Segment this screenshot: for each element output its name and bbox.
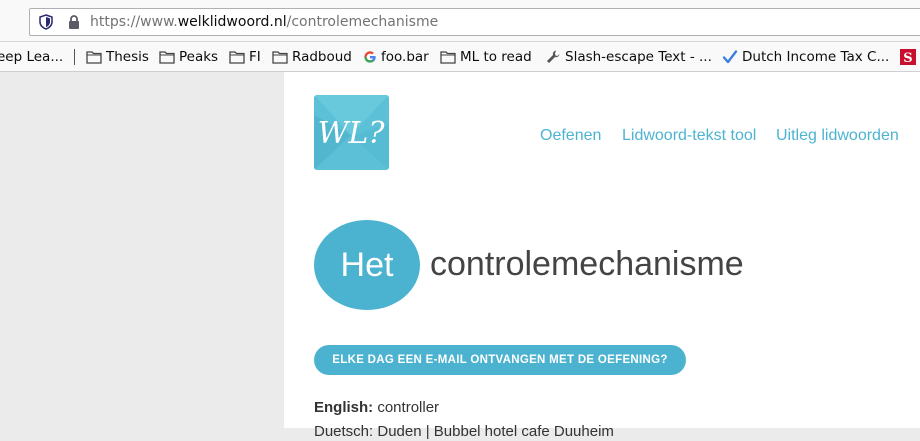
bookmark-label: eep Lea... [0, 49, 64, 65]
page-content: WL? Oefenen Lidwoord-tekst tool Uitleg l… [284, 72, 920, 440]
bookmark-s-site[interactable]: S [900, 48, 920, 66]
english-label: English: [314, 399, 374, 416]
partial-line: Duetsch: Duden | Bubbel hotel cafe Duuhe… [314, 423, 614, 440]
url-domain: welklidwoord.nl [177, 14, 287, 30]
s-logo-icon: S [900, 49, 916, 65]
bookmark-dutch-income-tax[interactable]: Dutch Income Tax C... [722, 48, 889, 66]
bookmark-label: Dutch Income Tax C... [742, 49, 890, 65]
bookmark-peaks[interactable]: Peaks [159, 48, 218, 66]
article-badge: Het [314, 220, 420, 310]
nav-lidwoord-tekst-tool[interactable]: Lidwoord-tekst tool [622, 127, 756, 145]
english-value: controller [377, 399, 440, 416]
url-path: /controlemechanisme [286, 14, 439, 30]
site-logo-icon: WL? [314, 95, 389, 170]
url-prefix: https://www. [90, 14, 178, 30]
wrench-icon [547, 50, 560, 63]
bookmark-radboud[interactable]: Radboud [272, 48, 352, 66]
url-text[interactable]: https://www.welklidwoord.nl/controlemech… [90, 14, 438, 30]
bookmark-slash-escape[interactable]: Slash-escape Text - ... [545, 48, 712, 66]
bookmark-label: foo.bar [381, 49, 429, 65]
folder-icon [440, 51, 456, 64]
email-subscribe-button[interactable]: ELKE DAG EEN E-MAIL ONTVANGEN MET DE OEF… [314, 345, 686, 375]
lock-icon[interactable] [66, 14, 82, 30]
nav-oefenen[interactable]: Oefenen [540, 127, 601, 145]
bookmark-label: Peaks [179, 49, 219, 65]
logo-text: WL? [318, 116, 386, 151]
folder-icon [229, 51, 245, 64]
bookmark-fi[interactable]: FI [229, 48, 261, 66]
bookmark-label: ML to read [460, 49, 532, 65]
browser-toolbar: https://www.welklidwoord.nl/controlemech… [0, 0, 920, 42]
folder-icon [86, 51, 102, 64]
bookmarks-toolbar: eep Lea... Thesis Peaks FI Radboud foo.b… [0, 42, 920, 72]
folder-icon [272, 51, 288, 64]
site-logo[interactable]: WL? [314, 95, 389, 170]
google-icon [364, 51, 376, 63]
tracking-protection-shield-icon[interactable] [38, 14, 54, 30]
bookmark-label: Slash-escape Text - ... [565, 49, 712, 65]
english-translation: English: controller [314, 399, 439, 417]
bookmark-separator [74, 49, 75, 65]
bookmark-thesis[interactable]: Thesis [86, 48, 149, 66]
bookmark-deep-learning[interactable]: eep Lea... [0, 48, 63, 66]
bookmark-foobar[interactable]: foo.bar [363, 48, 429, 66]
folder-icon [159, 51, 175, 64]
nav-uitleg-lidwoorden[interactable]: Uitleg lidwoorden [776, 127, 899, 145]
address-bar[interactable]: https://www.welklidwoord.nl/controlemech… [29, 8, 920, 36]
checkmark-icon [722, 50, 738, 64]
bookmark-label: Radboud [292, 49, 352, 65]
bookmark-label: FI [249, 49, 261, 65]
page-title: controlemechanisme [430, 245, 744, 283]
svg-text:S: S [903, 51, 912, 65]
bookmark-label: Thesis [106, 49, 149, 65]
bookmark-ml-to-read[interactable]: ML to read [440, 48, 532, 66]
